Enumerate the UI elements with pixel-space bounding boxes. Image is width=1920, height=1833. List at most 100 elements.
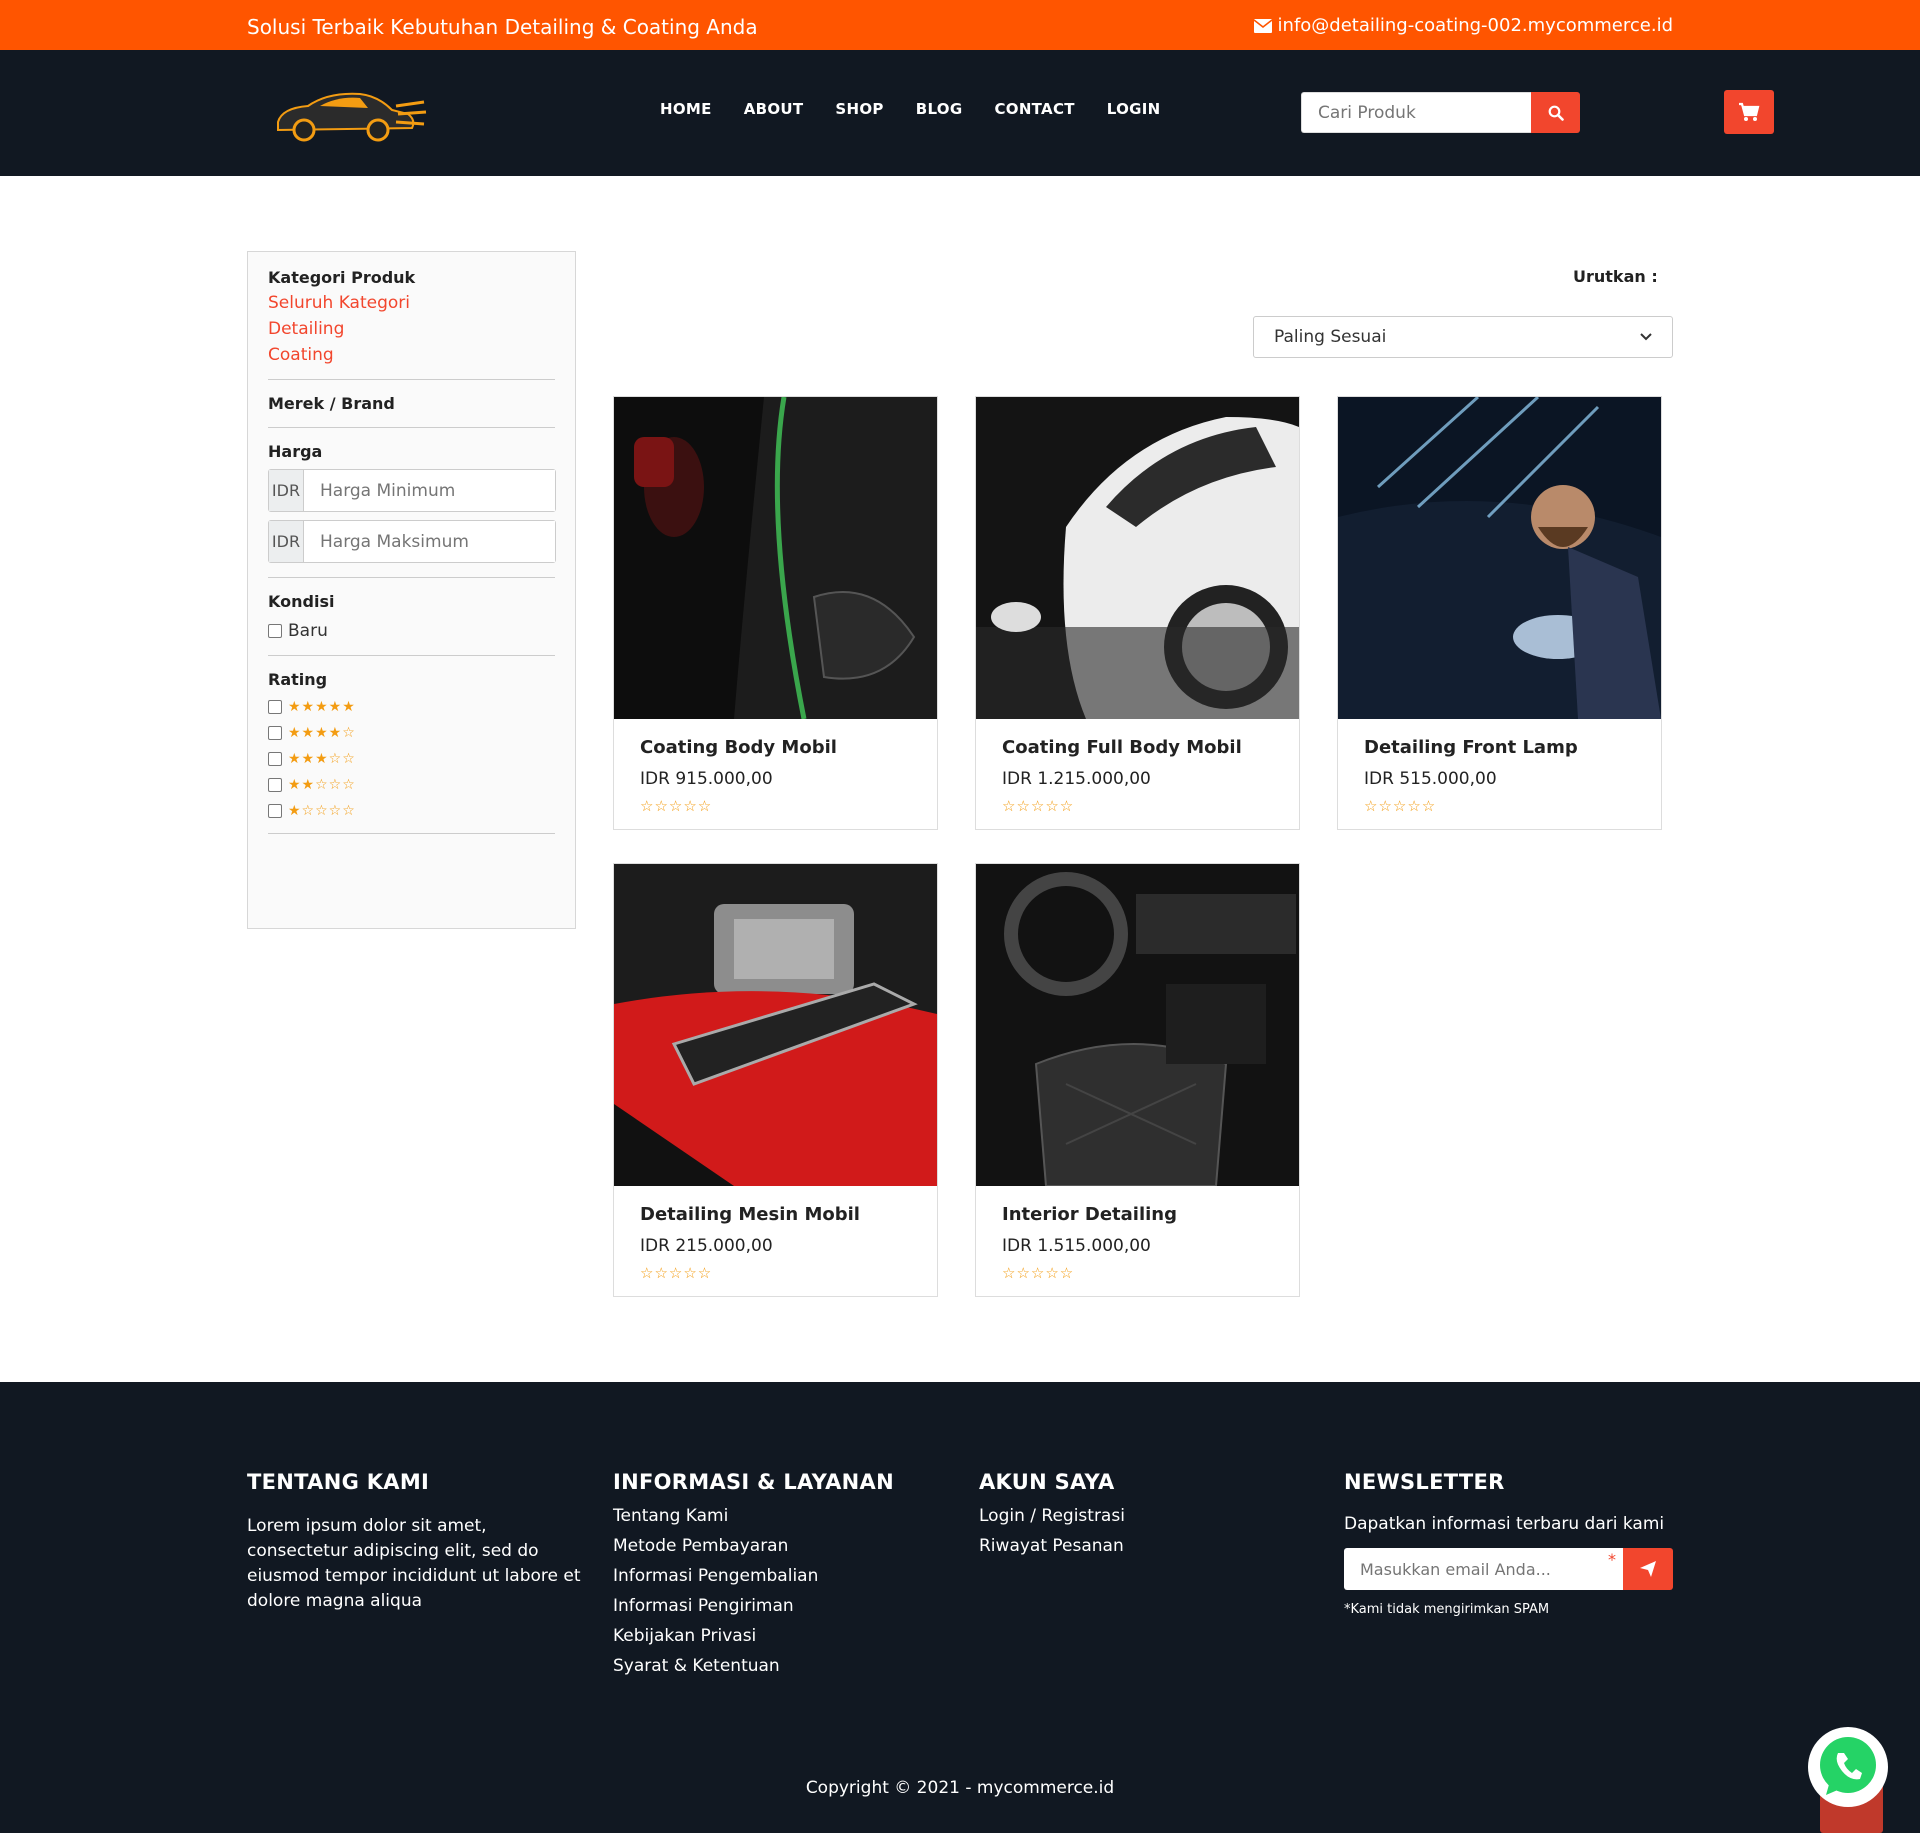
product-price: IDR 1.215.000,00: [1002, 769, 1151, 789]
newsletter-submit-button[interactable]: [1623, 1548, 1673, 1590]
product-card[interactable]: Coating Full Body Mobil IDR 1.215.000,00…: [975, 396, 1300, 830]
footer-newsletter: NEWSLETTER Dapatkan informasi terbaru da…: [1344, 1470, 1673, 1617]
product-price: IDR 915.000,00: [640, 769, 773, 789]
category-all[interactable]: Seluruh Kategori: [268, 293, 555, 313]
footer-link-orders[interactable]: Riwayat Pesanan: [979, 1536, 1125, 1556]
nav-about[interactable]: ABOUT: [744, 100, 804, 118]
search-bar: [1301, 92, 1580, 133]
sort-selected-value: Paling Sesuai: [1274, 327, 1387, 347]
category-title: Kategori Produk: [268, 268, 416, 287]
product-rating: ☆☆☆☆☆: [640, 1264, 713, 1282]
product-name[interactable]: Coating Full Body Mobil: [1002, 737, 1242, 758]
product-rating: ☆☆☆☆☆: [1002, 797, 1075, 815]
copyright: Copyright © 2021 - mycommerce.id: [805, 1778, 1115, 1798]
newsletter-email-input[interactable]: [1344, 1548, 1623, 1590]
main-menu: HOME ABOUT SHOP BLOG CONTACT LOGIN: [660, 100, 1161, 118]
divider: [268, 833, 555, 834]
rating-2-option[interactable]: ★★☆☆☆: [268, 777, 555, 793]
rating-4-checkbox[interactable]: [268, 726, 282, 740]
product-name[interactable]: Detailing Mesin Mobil: [640, 1204, 860, 1225]
price-title: Harga: [268, 442, 323, 461]
product-card[interactable]: Detailing Front Lamp IDR 515.000,00 ☆☆☆☆…: [1337, 396, 1662, 830]
footer-link-returns[interactable]: Informasi Pengembalian: [613, 1566, 894, 1586]
about-text: Lorem ipsum dolor sit amet, consectetur …: [247, 1516, 581, 1611]
rating-3-checkbox[interactable]: [268, 752, 282, 766]
rating-3-option[interactable]: ★★★☆☆: [268, 751, 555, 767]
divider: [268, 427, 555, 428]
footer-link-privacy[interactable]: Kebijakan Privasi: [613, 1626, 894, 1646]
site-footer: TENTANG KAMI Lorem ipsum dolor sit amet,…: [0, 1382, 1920, 1833]
whatsapp-icon: [1820, 1737, 1876, 1795]
rating-5-stars: ★★★★★: [288, 699, 356, 715]
rating-5-checkbox[interactable]: [268, 700, 282, 714]
footer-about: TENTANG KAMI Lorem ipsum dolor sit amet,…: [247, 1470, 582, 1614]
footer-link-terms[interactable]: Syarat & Ketentuan: [613, 1656, 894, 1676]
divider: [268, 577, 555, 578]
paper-plane-icon: [1640, 1561, 1656, 1577]
divider: [268, 379, 555, 380]
condition-new-label: Baru: [288, 621, 328, 641]
product-card[interactable]: Detailing Mesin Mobil IDR 215.000,00 ☆☆☆…: [613, 863, 938, 1297]
envelope-icon: [1253, 18, 1272, 33]
footer-link-login[interactable]: Login / Registrasi: [979, 1506, 1125, 1526]
account-title: AKUN SAYA: [979, 1470, 1115, 1494]
search-button[interactable]: [1531, 92, 1580, 133]
footer-link-shipping[interactable]: Informasi Pengiriman: [613, 1596, 894, 1616]
product-name[interactable]: Interior Detailing: [1002, 1204, 1177, 1225]
category-coating[interactable]: Coating: [268, 345, 555, 365]
no-spam-note: *Kami tidak mengirimkan SPAM: [1344, 1602, 1550, 1617]
rating-3-stars: ★★★☆☆: [288, 751, 356, 767]
search-input[interactable]: [1301, 92, 1531, 133]
currency-label: IDR: [269, 521, 304, 562]
condition-title: Kondisi: [268, 592, 335, 611]
product-price: IDR 215.000,00: [640, 1236, 773, 1256]
rating-1-checkbox[interactable]: [268, 804, 282, 818]
rating-2-stars: ★★☆☆☆: [288, 777, 356, 793]
condition-new-checkbox[interactable]: [268, 624, 282, 638]
newsletter-text: Dapatkan informasi terbaru dari kami: [1344, 1514, 1665, 1534]
product-card[interactable]: Coating Body Mobil IDR 915.000,00 ☆☆☆☆☆: [613, 396, 938, 830]
category-detailing[interactable]: Detailing: [268, 319, 555, 339]
search-icon: [1548, 105, 1564, 121]
whatsapp-button[interactable]: [1808, 1727, 1888, 1807]
rating-4-stars: ★★★★☆: [288, 725, 356, 741]
newsletter-title: NEWSLETTER: [1344, 1470, 1505, 1494]
rating-4-option[interactable]: ★★★★☆: [268, 725, 555, 741]
rating-1-stars: ★☆☆☆☆: [288, 803, 356, 819]
nav-shop[interactable]: SHOP: [835, 100, 883, 118]
sort-select[interactable]: Paling Sesuai: [1253, 316, 1673, 358]
rating-1-option[interactable]: ★☆☆☆☆: [268, 803, 555, 819]
newsletter-form: *: [1344, 1548, 1673, 1590]
contact-email[interactable]: info@detailing-coating-002.mycommerce.id: [1253, 15, 1673, 36]
product-image[interactable]: [1338, 397, 1661, 719]
product-price: IDR 515.000,00: [1364, 769, 1497, 789]
product-image[interactable]: [614, 864, 937, 1186]
tagline: Solusi Terbaik Kebutuhan Detailing & Coa…: [247, 15, 758, 39]
footer-link-about[interactable]: Tentang Kami: [613, 1506, 894, 1526]
min-price-input[interactable]: [304, 470, 555, 511]
max-price-group: IDR: [268, 520, 556, 563]
product-card[interactable]: Interior Detailing IDR 1.515.000,00 ☆☆☆☆…: [975, 863, 1300, 1297]
email-text: info@detailing-coating-002.mycommerce.id: [1277, 15, 1673, 36]
product-image[interactable]: [976, 864, 1299, 1186]
nav-contact[interactable]: CONTACT: [994, 100, 1074, 118]
product-rating: ☆☆☆☆☆: [1364, 797, 1437, 815]
rating-2-checkbox[interactable]: [268, 778, 282, 792]
nav-home[interactable]: HOME: [660, 100, 712, 118]
product-image[interactable]: [976, 397, 1299, 719]
brand-logo[interactable]: [268, 80, 428, 146]
footer-link-payment[interactable]: Metode Pembayaran: [613, 1536, 894, 1556]
cart-icon: [1739, 102, 1760, 121]
nav-login[interactable]: LOGIN: [1107, 100, 1161, 118]
nav-blog[interactable]: BLOG: [916, 100, 963, 118]
product-name[interactable]: Coating Body Mobil: [640, 737, 837, 758]
condition-new-option[interactable]: Baru: [268, 621, 555, 641]
max-price-input[interactable]: [304, 521, 555, 562]
footer-account: AKUN SAYA Login / Registrasi Riwayat Pes…: [979, 1470, 1125, 1556]
cart-button[interactable]: [1724, 90, 1774, 134]
product-rating: ☆☆☆☆☆: [640, 797, 713, 815]
product-image[interactable]: [614, 397, 937, 719]
product-name[interactable]: Detailing Front Lamp: [1364, 737, 1578, 758]
rating-5-option[interactable]: ★★★★★: [268, 699, 555, 715]
filter-sidebar: Kategori Produk Seluruh Kategori Detaili…: [247, 251, 576, 929]
